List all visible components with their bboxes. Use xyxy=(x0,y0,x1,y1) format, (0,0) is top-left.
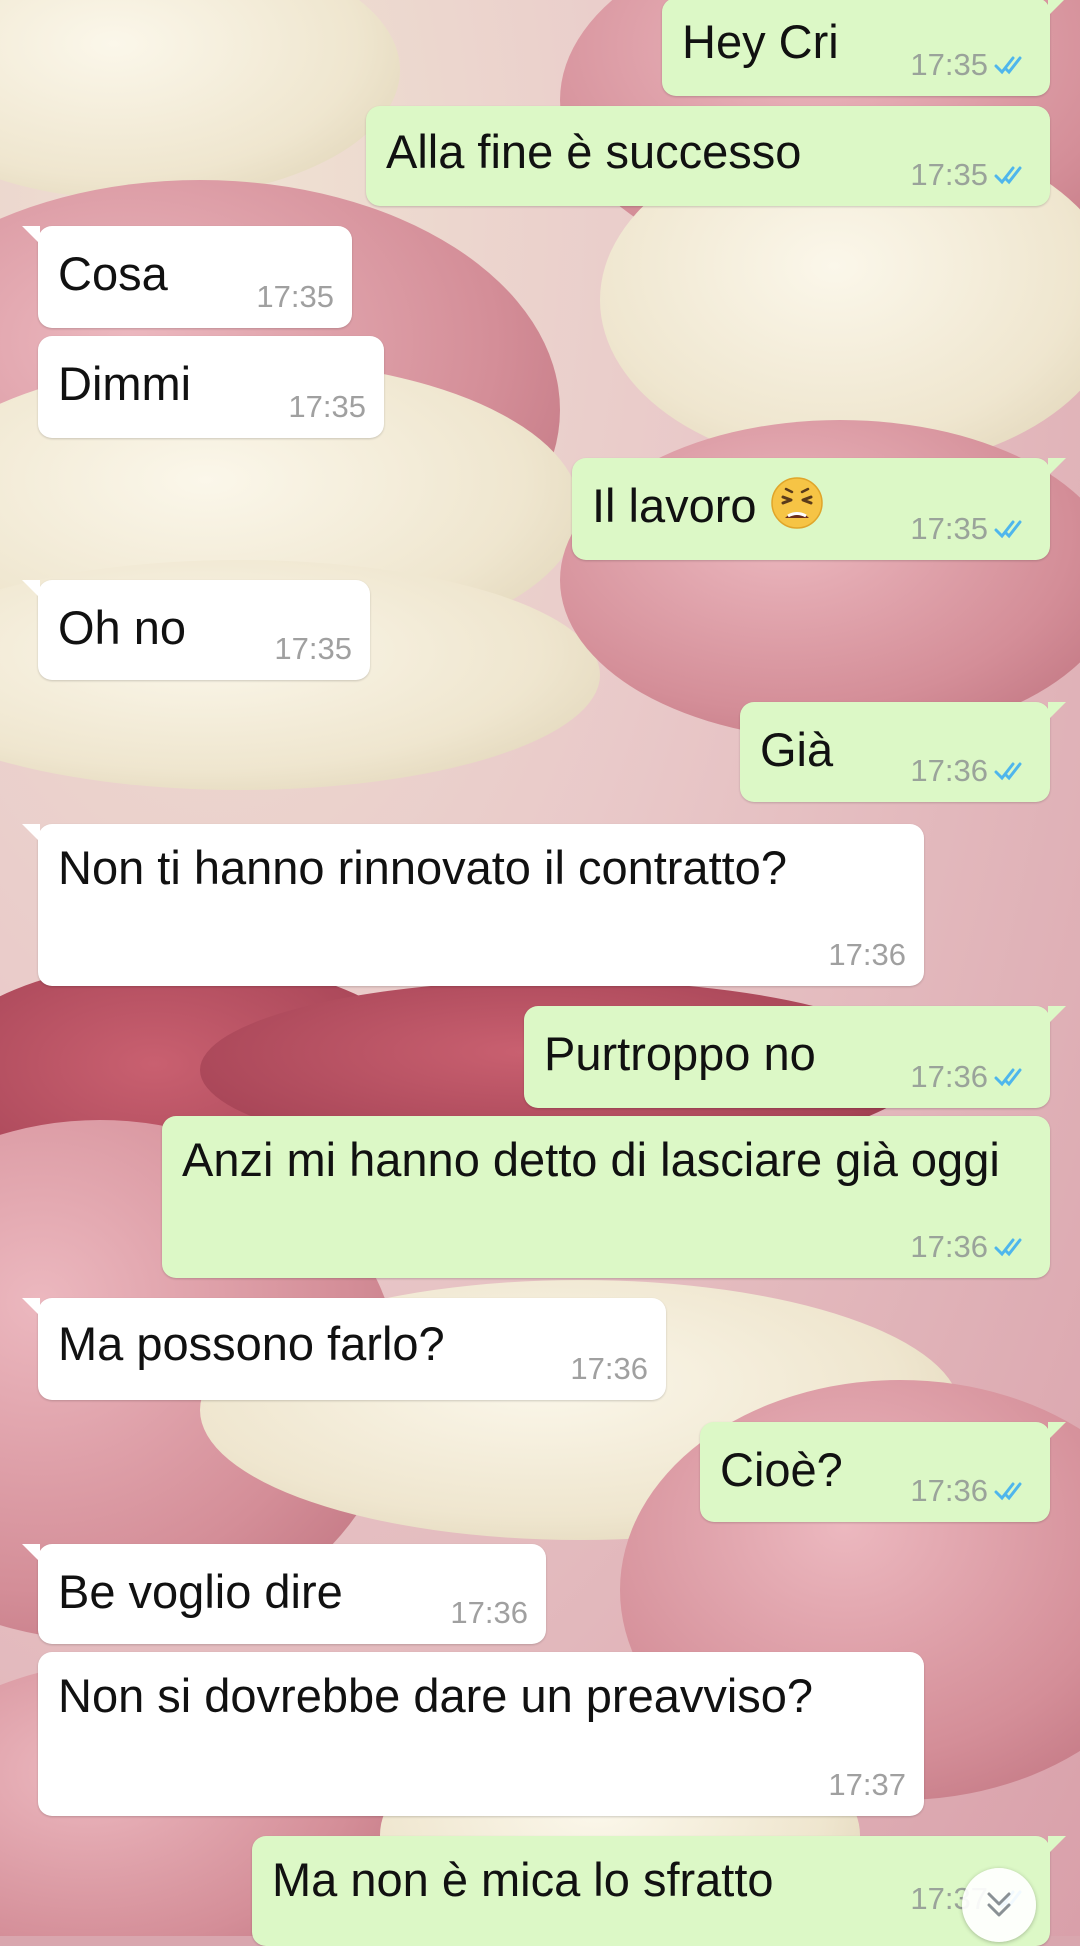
message-time: 17:35 xyxy=(910,47,988,82)
incoming-message[interactable]: Dimmi 17:35 xyxy=(38,336,384,438)
message-time: 17:36 xyxy=(910,1473,988,1508)
outgoing-message[interactable]: Anzi mi hanno detto di lasciare già oggi… xyxy=(162,1116,1050,1278)
message-text-content: Il lavoro xyxy=(592,479,757,532)
double-check-read-icon xyxy=(994,520,1022,539)
incoming-message[interactable]: Non si dovrebbe dare un preavviso? 17:37 xyxy=(38,1652,924,1816)
message-text: Non ti hanno rinnovato il contratto? xyxy=(58,841,787,894)
incoming-message[interactable]: Cosa 17:35 xyxy=(22,226,352,328)
weary-face-emoji xyxy=(770,477,823,529)
message-text: Hey Cri xyxy=(682,15,839,68)
message-meta: 17:35 xyxy=(910,512,1032,546)
message-meta: 17:36 xyxy=(828,938,906,972)
incoming-message[interactable]: Non ti hanno rinnovato il contratto? 17:… xyxy=(22,824,924,986)
outgoing-message[interactable]: Già 17:36 xyxy=(740,702,1066,802)
message-time: 17:37 xyxy=(828,1767,906,1802)
scroll-to-bottom-button[interactable] xyxy=(962,1868,1036,1942)
outgoing-message[interactable]: Cioè? 17:36 xyxy=(700,1422,1066,1522)
message-meta: 17:35 xyxy=(274,632,352,666)
message-time: 17:35 xyxy=(288,389,366,424)
message-meta: 17:36 xyxy=(910,1474,1032,1508)
message-meta: 17:36 xyxy=(450,1596,528,1630)
message-text: Oh no xyxy=(58,601,187,654)
message-text: Il lavoro xyxy=(592,476,824,536)
double-check-read-icon xyxy=(994,166,1022,185)
message-time: 17:36 xyxy=(910,1059,988,1094)
message-text: Cosa xyxy=(58,247,168,300)
message-time: 17:35 xyxy=(910,157,988,192)
double-check-read-icon xyxy=(994,56,1022,75)
outgoing-message[interactable]: Alla fine è successo 17:35 xyxy=(366,106,1050,206)
message-text: Purtroppo no xyxy=(544,1027,816,1080)
outgoing-message[interactable]: Il lavoro 17:35 xyxy=(572,458,1066,560)
double-chevron-down-icon xyxy=(987,1892,1011,1917)
message-text: Ma non è mica lo sfratto xyxy=(272,1853,774,1906)
message-text: Be voglio dire xyxy=(58,1565,343,1618)
message-meta: 17:35 xyxy=(910,158,1032,192)
message-meta: 17:35 xyxy=(256,280,334,314)
message-time: 17:36 xyxy=(450,1595,528,1630)
outgoing-message[interactable]: Purtroppo no 17:36 xyxy=(524,1006,1066,1108)
message-time: 17:35 xyxy=(910,511,988,546)
message-meta: 17:36 xyxy=(910,754,1032,788)
outgoing-message[interactable]: Hey Cri 17:35 xyxy=(662,0,1066,96)
message-meta: 17:35 xyxy=(910,48,1032,82)
double-check-read-icon xyxy=(994,762,1022,781)
double-check-read-icon xyxy=(994,1068,1022,1087)
message-text: Alla fine è successo xyxy=(386,125,802,178)
message-text: Già xyxy=(760,723,834,776)
message-text: Anzi mi hanno detto di lasciare già oggi xyxy=(182,1133,1000,1186)
message-meta: 17:36 xyxy=(910,1060,1032,1094)
message-time: 17:35 xyxy=(274,631,352,666)
incoming-message[interactable]: Oh no 17:35 xyxy=(22,580,370,680)
incoming-message[interactable]: Ma possono farlo? 17:36 xyxy=(22,1298,666,1400)
message-time: 17:35 xyxy=(256,279,334,314)
message-time: 17:36 xyxy=(910,1229,988,1264)
message-time: 17:36 xyxy=(910,753,988,788)
double-check-read-icon xyxy=(994,1482,1022,1501)
message-text: Non si dovrebbe dare un preavviso? xyxy=(58,1669,814,1722)
message-meta: 17:37 xyxy=(828,1768,906,1802)
message-meta: 17:36 xyxy=(570,1352,648,1386)
incoming-message[interactable]: Be voglio dire 17:36 xyxy=(22,1544,546,1644)
message-time: 17:36 xyxy=(828,937,906,972)
message-meta: 17:35 xyxy=(288,390,366,424)
message-text: Cioè? xyxy=(720,1443,843,1496)
message-text: Ma possono farlo? xyxy=(58,1317,445,1370)
message-meta: 17:36 xyxy=(910,1230,1032,1264)
double-check-read-icon xyxy=(994,1238,1022,1257)
message-list[interactable]: Hey Cri 17:35 Alla fine è successo 17:35… xyxy=(0,0,1080,1946)
outgoing-message[interactable]: Ma non è mica lo sfratto 17:37 xyxy=(252,1836,1066,1946)
message-text: Dimmi xyxy=(58,357,192,410)
message-time: 17:36 xyxy=(570,1351,648,1386)
